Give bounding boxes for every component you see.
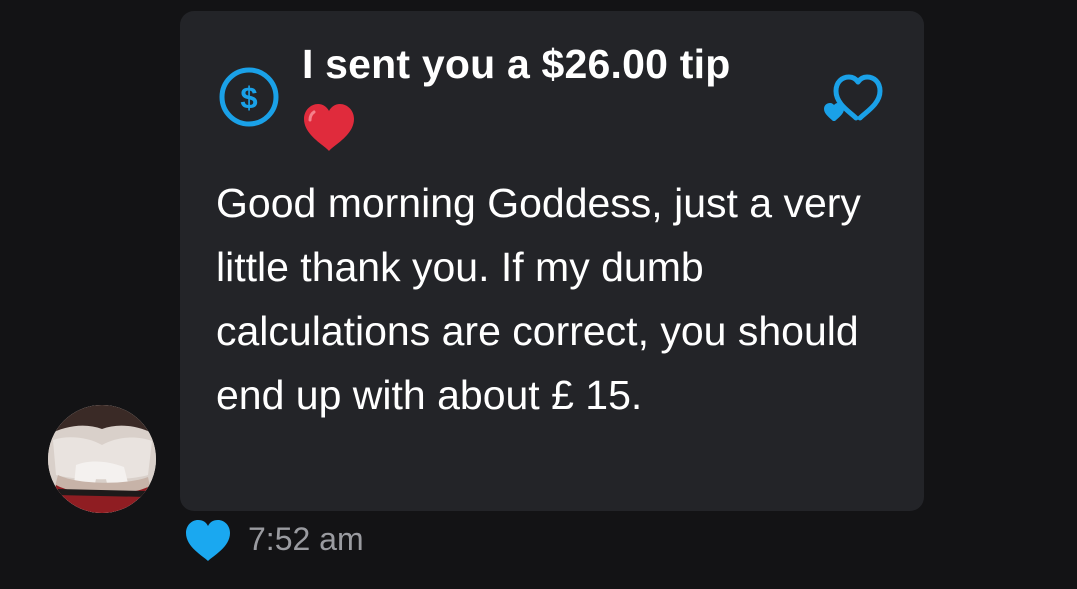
avatar-photo [48, 405, 156, 513]
svg-text:$: $ [240, 80, 257, 115]
dollar-circle-icon: $ [219, 67, 279, 127]
tip-title: I sent you a $26.00 tip [302, 41, 731, 87]
avatar[interactable] [48, 405, 156, 513]
message-timestamp: 7:52 am [248, 521, 364, 557]
heart-link-icon[interactable] [820, 69, 888, 125]
heart-like-icon[interactable] [184, 519, 232, 563]
message-text: Good morning Goddess, just a very little… [216, 180, 861, 418]
tip-message-bubble[interactable]: $ I sent you a $26.00 tip Good morning G… [180, 11, 924, 511]
chat-screen: $ I sent you a $26.00 tip Good morning G… [0, 0, 1077, 589]
red-heart-icon [304, 104, 354, 151]
